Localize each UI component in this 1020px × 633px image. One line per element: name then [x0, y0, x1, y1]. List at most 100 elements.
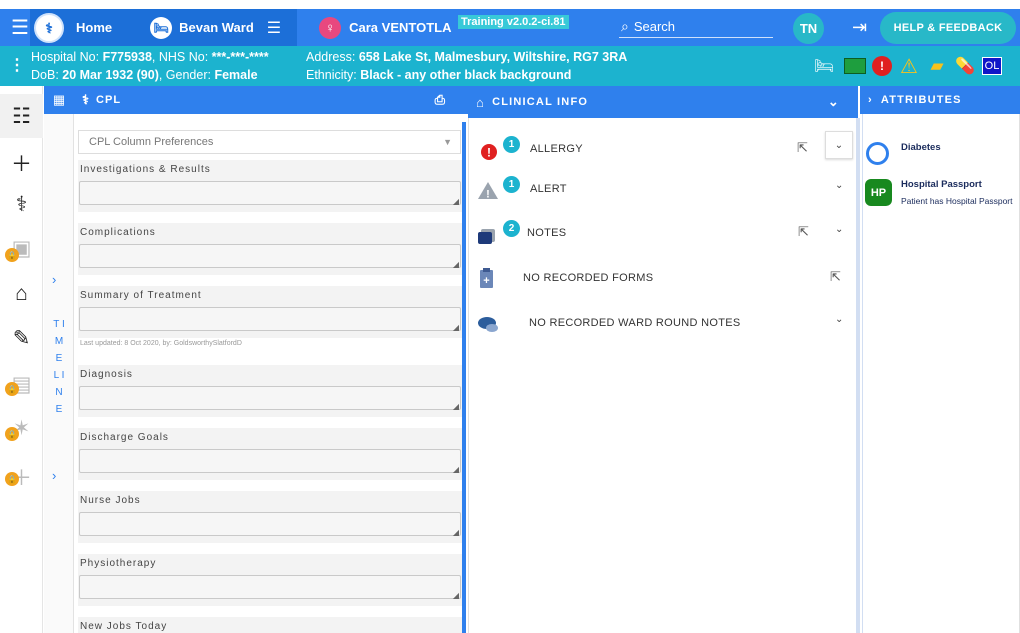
side-nav: ☷ ＋ ⚕ ▣ 🔒 ⌂ ✎ ▤ 🔒 ✶ 🔒 ＋ 🔒: [0, 86, 43, 633]
timeline-label: T I M E L I N E: [53, 319, 65, 415]
dropdown-arrow-icon: ▼: [443, 137, 452, 147]
notes-icon[interactable]: ▰: [926, 56, 948, 76]
home-label: Home: [76, 20, 113, 35]
address-line: Address: 658 Lake St, Malmesbury, Wiltsh…: [306, 50, 628, 64]
dob-line: DoB: 20 Mar 1932 (90), Gender: Female: [31, 68, 258, 82]
attributes-panel: Diabetes HP Hospital Passport Patient ha…: [862, 114, 1020, 633]
collapse-chevron-icon[interactable]: ⌄: [828, 94, 840, 110]
stethoscope-icon[interactable]: ⚕: [0, 192, 43, 217]
list-view-icon[interactable]: ☷: [0, 94, 43, 138]
bed-status-icon[interactable]: 🛏: [810, 56, 838, 76]
search-icon: ⌕: [621, 18, 629, 34]
edit-document-icon[interactable]: ✎: [0, 326, 43, 351]
green-status-icon[interactable]: [844, 58, 866, 74]
notes-icon: 2: [477, 220, 520, 244]
cpl-section-discharge-goals: Discharge Goals: [78, 428, 462, 480]
svg-text:+: +: [483, 275, 489, 287]
cpl-column-preferences-select[interactable]: CPL Column Preferences ▼: [78, 130, 461, 154]
search-input[interactable]: ⌕ Search: [619, 16, 773, 38]
summary-textarea[interactable]: [79, 307, 461, 332]
notes-count-badge: 2: [503, 220, 520, 237]
stethoscope-icon: ⚕: [82, 92, 91, 107]
ward-list-icon[interactable]: ☰: [267, 18, 281, 38]
cpl-section-investigations: Investigations & Results: [78, 160, 462, 212]
print-icon[interactable]: ⎙: [435, 92, 446, 108]
ward-breadcrumb[interactable]: 🛏 Bevan Ward ☰: [140, 9, 298, 46]
banner-status-icons: 🛏 ! ⚠ ▰ 💊 OL: [810, 56, 1002, 78]
bed-icon: 🛏: [150, 16, 173, 39]
hospital-passport-title[interactable]: Hospital Passport: [901, 179, 982, 190]
expand-chevron-icon[interactable]: ›: [52, 272, 56, 287]
clipboard-plus-icon: +: [477, 267, 501, 288]
cpl-title: CPL: [96, 94, 122, 106]
diabetes-ring-icon: [866, 142, 889, 165]
ethnicity-line: Ethnicity: Black - any other black backg…: [306, 68, 572, 82]
expand-chevron-icon[interactable]: ⌄: [835, 180, 843, 191]
alert-icon: ! 1: [477, 176, 520, 201]
female-patient-icon: ♀: [319, 16, 342, 39]
chevron-right-icon[interactable]: ›: [868, 94, 873, 106]
warning-icon[interactable]: ⚠: [898, 56, 920, 78]
nurse-jobs-textarea[interactable]: [79, 512, 461, 537]
search-label: Search: [633, 19, 676, 34]
expand-chevron-icon[interactable]: ⌄: [835, 224, 843, 235]
help-feedback-button[interactable]: HELP & FEEDBACK: [880, 12, 1016, 44]
home-breadcrumb[interactable]: ⚕ Home: [30, 9, 141, 46]
app-logo-icon: ⚕: [34, 13, 64, 43]
kebab-menu-icon[interactable]: ⋮: [9, 58, 25, 74]
expand-chevron-icon[interactable]: ›: [52, 468, 56, 483]
cpl-section-summary: Summary of Treatment: [78, 286, 462, 338]
cpl-section-nurse-jobs: Nurse Jobs: [78, 491, 462, 543]
ward-round-notes-row[interactable]: NO RECORDED WARD ROUND NOTES ⌄: [469, 304, 857, 340]
notes-row[interactable]: 2 NOTES ⇱ ⌄: [469, 214, 857, 250]
alert-row[interactable]: ! 1 ALERT ⌄: [469, 170, 857, 206]
diagnosis-textarea[interactable]: [79, 386, 461, 411]
complications-textarea[interactable]: [79, 244, 461, 269]
patient-breadcrumb[interactable]: ♀ Cara VENTOTLA: [297, 9, 461, 46]
svg-text:!: !: [487, 146, 491, 160]
timeline-strip: ▦ › T I M E L I N E ›: [44, 86, 74, 633]
cpl-section-complications: Complications: [78, 223, 462, 275]
clinical-info-header: ⌂ CLINICAL INFO ⌄: [468, 86, 858, 118]
patient-label: Cara VENTOTLA: [349, 20, 452, 35]
hospital-passport-subtitle: Patient has Hospital Passport: [901, 196, 1013, 206]
alert-count-badge: 1: [503, 176, 520, 193]
calendar-add-icon[interactable]: ▦: [44, 86, 74, 114]
clinical-info-panel: ! 1 ALLERGY ⇱ ⌄ ! 1 ALERT ⌄ 2 NOTES ⇱ ⌄ …: [468, 118, 860, 633]
diabetes-attribute[interactable]: Diabetes: [901, 142, 941, 153]
attributes-title: ATTRIBUTES: [880, 94, 962, 106]
lock-icon: 🔒: [5, 382, 19, 396]
add-icon[interactable]: ＋: [0, 148, 43, 178]
forms-row[interactable]: + NO RECORDED FORMS ⇱: [469, 259, 857, 295]
clinical-info-title: CLINICAL INFO: [492, 96, 589, 108]
investigations-textarea[interactable]: [79, 181, 461, 206]
allergy-alert-icon[interactable]: !: [872, 56, 892, 76]
chat-bubbles-icon: [477, 312, 501, 332]
open-external-icon[interactable]: ⇱: [798, 224, 809, 240]
logout-icon[interactable]: ⇥: [852, 17, 867, 38]
last-updated-note: Last updated: 8 Oct 2020, by: Goldsworth…: [80, 340, 242, 347]
discharge-goals-textarea[interactable]: [79, 449, 461, 474]
physiotherapy-textarea[interactable]: [79, 575, 461, 600]
hospital-passport-badge: HP: [865, 179, 892, 206]
cpl-panel: CPL Column Preferences ▼ Investigations …: [74, 122, 466, 633]
cpl-section-physiotherapy: Physiotherapy: [78, 554, 462, 606]
lock-icon: 🔒: [5, 427, 19, 441]
home-icon[interactable]: ⌂: [0, 282, 43, 306]
allergy-count-badge: 1: [503, 136, 520, 153]
ol-badge[interactable]: OL: [982, 57, 1002, 75]
training-badge: Training v2.0.2-ci.81: [458, 15, 569, 29]
expand-chevron-icon[interactable]: ⌄: [825, 131, 853, 159]
lock-icon: 🔒: [5, 248, 19, 262]
lock-icon: 🔒: [5, 472, 19, 486]
allergy-icon: ! 1: [477, 136, 520, 160]
hospital-number-line: Hospital No: F775938, NHS No: ***-***-**…: [31, 50, 269, 64]
open-external-icon[interactable]: ⇱: [830, 269, 841, 285]
allergy-row[interactable]: ! 1 ALLERGY ⇱ ⌄: [469, 130, 857, 166]
attributes-header[interactable]: › ATTRIBUTES: [860, 86, 1020, 114]
expand-chevron-icon[interactable]: ⌄: [835, 314, 843, 325]
medication-icon[interactable]: 💊: [954, 56, 976, 76]
open-external-icon[interactable]: ⇱: [797, 140, 808, 156]
cpl-header: ⚕ CPL ⎙: [74, 86, 468, 114]
user-avatar[interactable]: TN: [793, 13, 824, 44]
